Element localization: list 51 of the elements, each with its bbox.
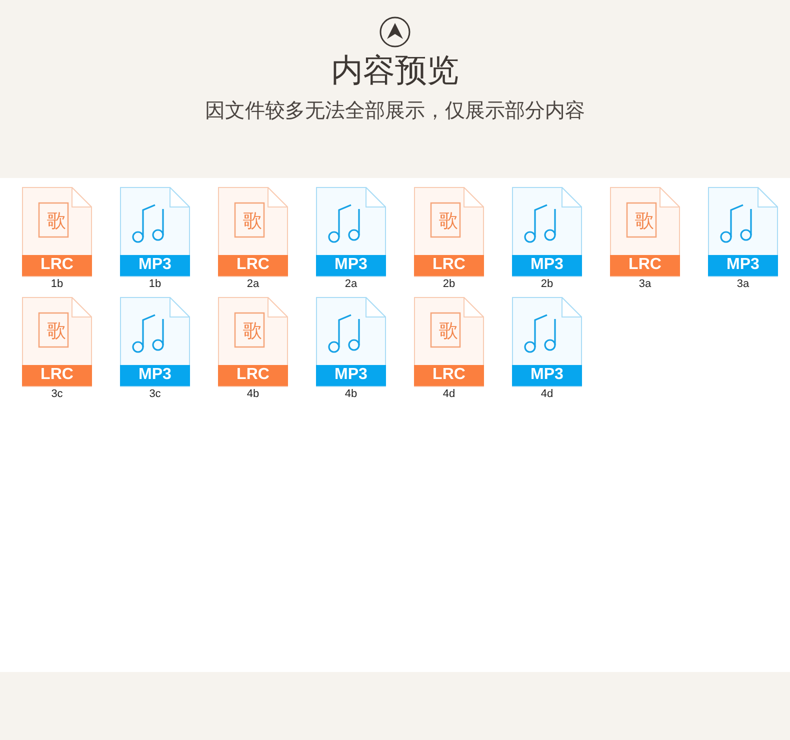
file-name: 3c [51,387,63,401]
lyrics-file-icon [414,297,484,387]
lyrics-glyph: 歌 [439,210,458,232]
file-type-label: LRC [40,365,74,385]
music-file-icon [512,297,582,387]
music-file-icon [316,187,386,277]
lyrics-file-icon [414,187,484,277]
lyrics-glyph: 歌 [47,210,66,232]
lyrics-file-icon [218,297,288,387]
file-name: 3a [638,277,652,291]
file-type-label: LRC [432,255,466,275]
file-name: 4d [540,387,554,401]
file-name: 4b [344,387,358,401]
lyrics-glyph: 歌 [439,320,458,342]
page-subtitle: 因文件较多无法全部展示，仅展示部分内容 [205,97,585,124]
file-name: 1b [50,277,64,291]
file-type-label: MP3 [334,255,368,275]
lyrics-glyph: 歌 [635,210,654,232]
file-type-label: LRC [432,365,466,385]
file-type-label: MP3 [138,365,172,385]
file-name: 1b [148,277,162,291]
file-name: 2a [344,277,358,291]
file-type-label: LRC [40,255,74,275]
music-file-icon [708,187,778,277]
lyrics-glyph: 歌 [47,320,66,342]
music-file-icon [120,187,190,277]
file-type-label: MP3 [530,255,564,275]
file-name: 3a [736,277,750,291]
file-type-label: LRC [236,255,270,275]
file-type-label: MP3 [530,365,564,385]
file-type-label: MP3 [138,255,172,275]
lyrics-glyph: 歌 [243,210,262,232]
music-file-icon [120,297,190,387]
file-name: 4d [442,387,456,401]
lyrics-file-icon [22,297,92,387]
file-type-label: LRC [236,365,270,385]
music-file-icon [316,297,386,387]
file-name: 4b [246,387,260,401]
file-name: 3c [149,387,161,401]
file-name: 2b [540,277,554,291]
file-name: 2b [442,277,456,291]
file-name: 2a [246,277,260,291]
lyrics-file-icon [218,187,288,277]
page-title: 内容预览 [331,50,459,90]
lyrics-file-icon [610,187,680,277]
file-type-label: LRC [628,255,662,275]
file-type-label: MP3 [334,365,368,385]
lyrics-file-icon [22,187,92,277]
file-type-label: MP3 [726,255,760,275]
music-file-icon [512,187,582,277]
lyrics-glyph: 歌 [243,320,262,342]
